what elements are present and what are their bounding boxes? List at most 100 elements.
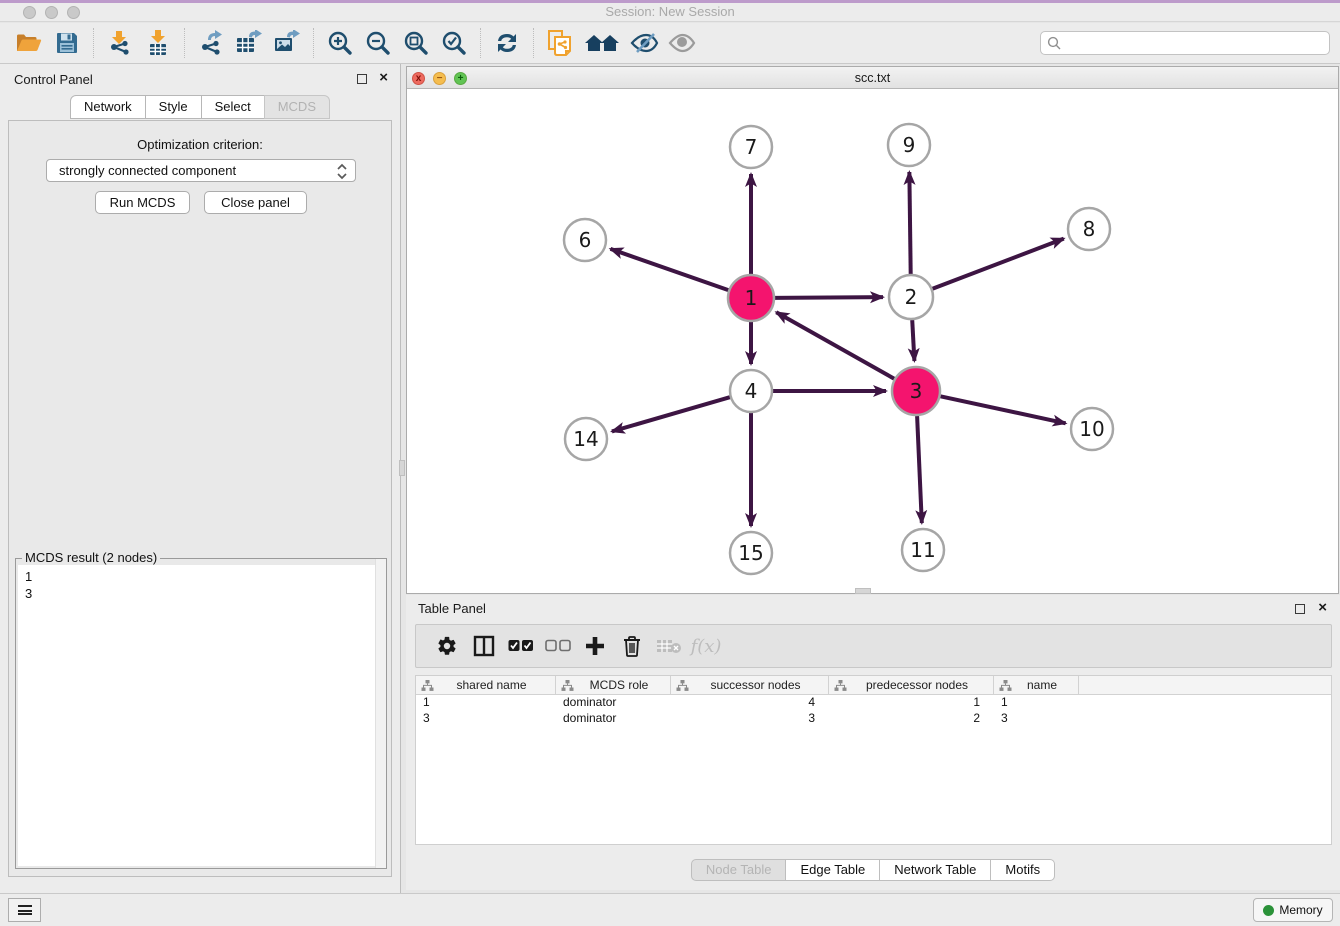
graph-edge-4-14[interactable] <box>612 397 730 431</box>
control-panel: Control Panel × NetworkStyleSelectMCDS O… <box>0 64 401 893</box>
table-cell[interactable]: 3 <box>416 711 556 727</box>
graph-edge-2-3[interactable] <box>912 320 914 361</box>
control-panel-tabs: NetworkStyleSelectMCDS <box>0 95 400 119</box>
import-table-icon[interactable] <box>141 26 175 60</box>
close-table-panel-icon[interactable]: × <box>1318 599 1327 616</box>
splitter-handle-horizontal[interactable] <box>855 588 871 594</box>
mcds-result-textarea[interactable]: 13 <box>18 565 384 866</box>
graph-edge-2-9[interactable] <box>909 172 910 274</box>
toolbar-separator <box>93 28 94 58</box>
gear-icon[interactable] <box>432 631 462 661</box>
delete-table-icon[interactable] <box>654 631 684 661</box>
table-cell[interactable]: 4 <box>671 695 829 711</box>
tab-mcds[interactable]: MCDS <box>264 95 330 119</box>
graph-node-label-7: 7 <box>745 135 758 159</box>
criterion-select[interactable]: strongly connected component <box>46 159 356 182</box>
zoom-out-icon[interactable] <box>361 26 395 60</box>
apply-layout-icon[interactable] <box>490 26 524 60</box>
graph-node-label-14: 14 <box>573 427 598 451</box>
deselect-all-icon[interactable] <box>543 631 573 661</box>
memory-label: Memory <box>1279 903 1322 917</box>
graph-edge-3-1[interactable] <box>776 312 894 378</box>
zoom-in-icon[interactable] <box>323 26 357 60</box>
show-hidden-icon[interactable] <box>665 26 699 60</box>
menu-list-icon <box>18 905 32 915</box>
column-header-shared-name[interactable]: shared name <box>416 676 556 694</box>
table-row[interactable]: 1dominator411 <box>416 695 1331 711</box>
status-bar: Memory <box>0 893 1340 926</box>
search-container <box>1040 31 1330 55</box>
tab-network-table[interactable]: Network Table <box>879 859 991 881</box>
table-cell[interactable]: 1 <box>416 695 556 711</box>
float-panel-icon[interactable] <box>357 74 367 84</box>
select-all-icon[interactable] <box>506 631 536 661</box>
fx-label: f(x) <box>691 636 722 657</box>
combo-stepper-icon <box>336 163 348 183</box>
table-cell[interactable]: 1 <box>829 695 994 711</box>
export-table-icon[interactable] <box>232 26 266 60</box>
graph-node-label-3: 3 <box>910 379 923 403</box>
float-table-panel-icon[interactable] <box>1295 604 1305 614</box>
zoom-selected-icon[interactable] <box>437 26 471 60</box>
add-icon[interactable] <box>580 631 610 661</box>
import-network-icon[interactable] <box>103 26 137 60</box>
mcds-result-fieldset: MCDS result (2 nodes) 13 <box>15 558 387 869</box>
table-cell[interactable]: dominator <box>556 695 671 711</box>
mcds-panel: Optimization criterion: strongly connect… <box>8 120 392 877</box>
network-window-titlebar[interactable]: x − + scc.txt <box>407 67 1338 89</box>
table-header-row: shared nameMCDS rolesuccessor nodesprede… <box>416 676 1331 695</box>
tab-network[interactable]: Network <box>70 95 146 119</box>
mcds-result-line: 1 <box>25 568 384 585</box>
table-tabs: Node TableEdge TableNetwork TableMotifs <box>406 859 1340 881</box>
table-cell[interactable]: 3 <box>994 711 1079 727</box>
column-header-MCDS-role[interactable]: MCDS role <box>556 676 671 694</box>
clone-network-icon[interactable] <box>543 26 577 60</box>
close-panel-button[interactable]: Close panel <box>204 191 307 214</box>
search-input[interactable] <box>1040 31 1330 55</box>
splitter-handle-vertical[interactable] <box>399 460 405 476</box>
table-cell[interactable]: 3 <box>671 711 829 727</box>
table-cell[interactable]: 2 <box>829 711 994 727</box>
table-row[interactable]: 3dominator323 <box>416 711 1331 727</box>
column-header-name[interactable]: name <box>994 676 1079 694</box>
open-session-icon[interactable] <box>12 26 46 60</box>
tab-node-table[interactable]: Node Table <box>691 859 787 881</box>
zoom-fit-icon[interactable] <box>399 26 433 60</box>
tab-edge-table[interactable]: Edge Table <box>785 859 880 881</box>
delete-icon[interactable] <box>617 631 647 661</box>
function-builder-icon[interactable]: f(x) <box>691 631 721 661</box>
graph-edge-3-11[interactable] <box>917 416 922 523</box>
control-panel-header: Control Panel × <box>0 64 400 94</box>
network-canvas[interactable]: 7968124314101511 <box>407 89 1338 593</box>
network-window-title: scc.txt <box>407 71 1338 85</box>
tab-motifs[interactable]: Motifs <box>990 859 1055 881</box>
table-panel: Table Panel × <box>406 595 1340 890</box>
column-header-predecessor-nodes[interactable]: predecessor nodes <box>829 676 994 694</box>
graph-edge-3-10[interactable] <box>940 396 1065 423</box>
columns-icon[interactable] <box>469 631 499 661</box>
graph-edge-2-8[interactable] <box>932 239 1063 289</box>
tab-select[interactable]: Select <box>201 95 265 119</box>
table-cell[interactable]: dominator <box>556 711 671 727</box>
run-mcds-button[interactable]: Run MCDS <box>95 191 190 214</box>
show-all-networks-icon[interactable] <box>581 26 623 60</box>
optimization-criterion-label: Optimization criterion: <box>9 137 391 152</box>
main-toolbar <box>0 23 1340 64</box>
graph-edge-1-6[interactable] <box>610 249 728 290</box>
graph-node-label-1: 1 <box>745 286 758 310</box>
titlebar-accent <box>0 0 1340 3</box>
graph-edge-1-2[interactable] <box>775 297 883 298</box>
table-cell[interactable]: 1 <box>994 695 1079 711</box>
close-panel-icon[interactable]: × <box>379 69 388 86</box>
result-scrollbar[interactable] <box>375 559 386 868</box>
export-image-icon[interactable] <box>270 26 304 60</box>
graph-node-label-9: 9 <box>903 133 916 157</box>
export-network-icon[interactable] <box>194 26 228 60</box>
graph-node-label-11: 11 <box>910 538 935 562</box>
save-session-icon[interactable] <box>50 26 84 60</box>
hide-selected-icon[interactable] <box>627 26 661 60</box>
tab-style[interactable]: Style <box>145 95 202 119</box>
show-panel-menu-button[interactable] <box>8 898 41 922</box>
memory-button[interactable]: Memory <box>1253 898 1333 922</box>
column-header-successor-nodes[interactable]: successor nodes <box>671 676 829 694</box>
